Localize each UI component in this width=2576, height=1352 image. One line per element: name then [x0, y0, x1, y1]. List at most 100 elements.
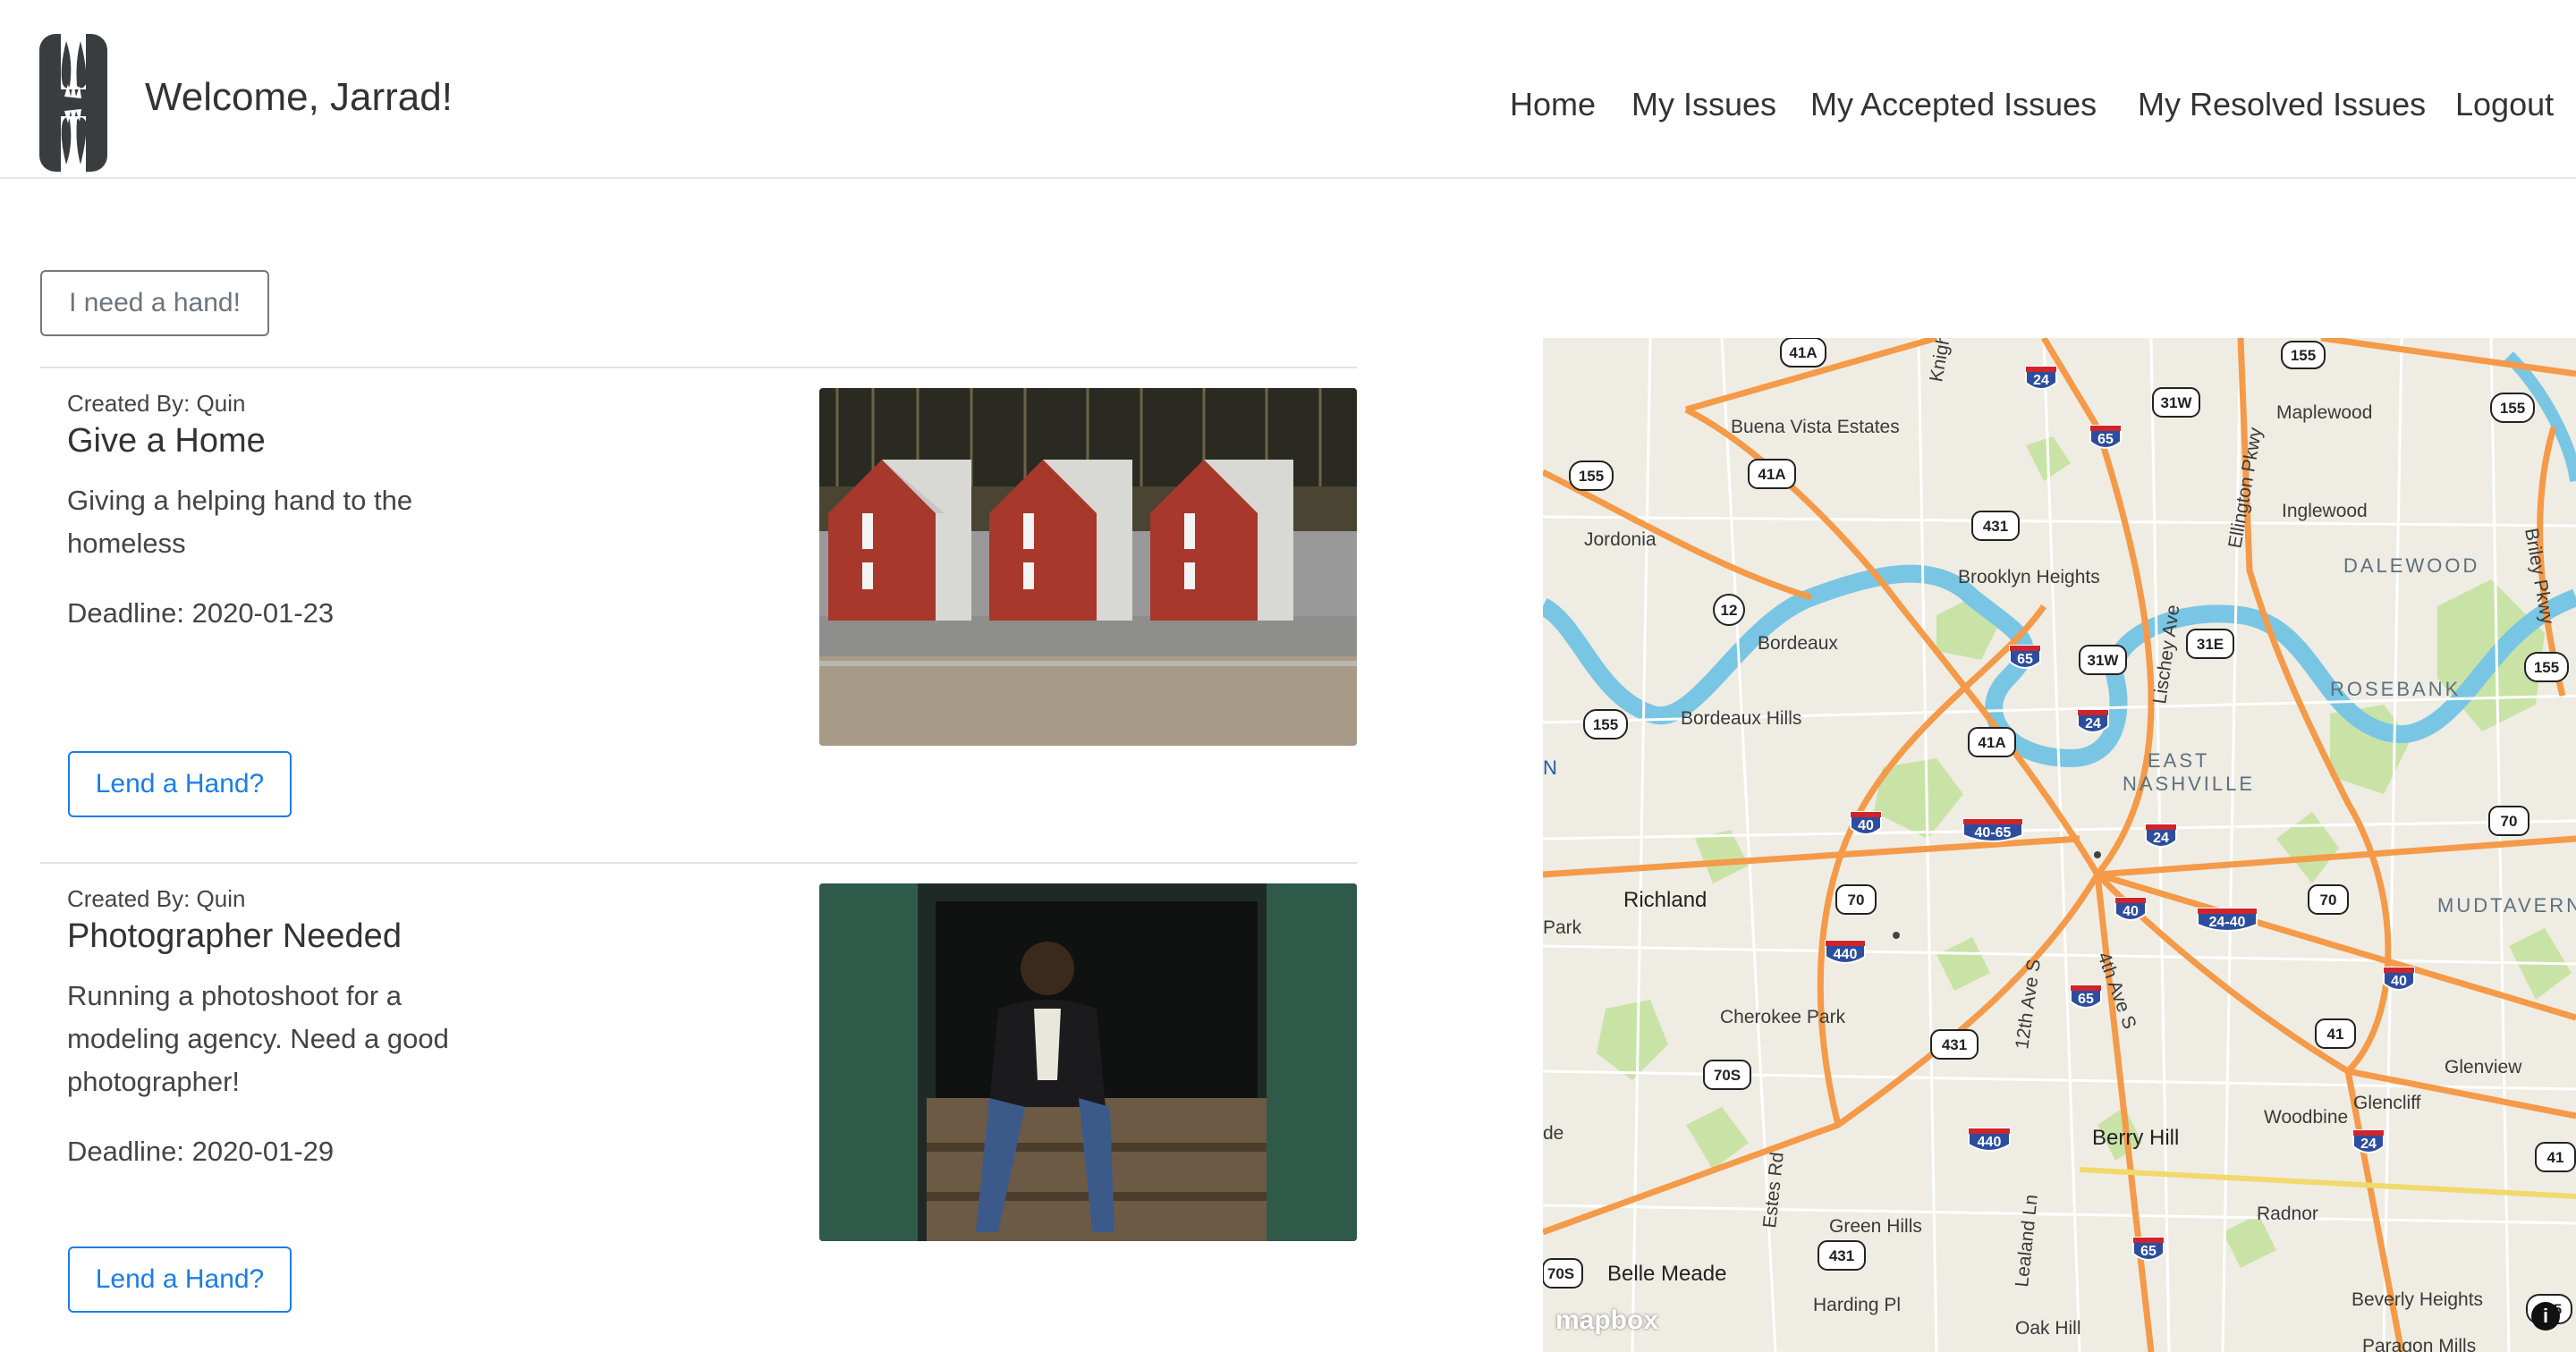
map-label: Bordeaux Hills [1681, 708, 1801, 729]
nav-my-accepted-issues-link[interactable]: My Accepted Issues [1810, 86, 2097, 123]
svg-text:24: 24 [2033, 373, 2049, 388]
svg-text:40: 40 [1858, 818, 1874, 833]
map-label: Lealand Ln [2012, 1194, 2042, 1289]
route-shield: 431 [1971, 511, 2020, 541]
issue-deadline: Deadline: 2020-01-29 [67, 1136, 335, 1167]
svg-text:24-40: 24-40 [2209, 915, 2246, 930]
issue-description: Running a photoshoot for a modeling agen… [67, 980, 449, 1097]
svg-text:41: 41 [2547, 1149, 2564, 1166]
route-shield: 41A [1968, 727, 2016, 757]
tiny-houses-photo [819, 388, 1357, 746]
map-label: Estes Rd [1759, 1151, 1788, 1229]
issue-title: Photographer Needed [67, 917, 402, 955]
svg-text:70: 70 [1848, 891, 1865, 908]
issue-card: Created By: Quin Photographer Needed Run… [40, 864, 1357, 1352]
interstate-shield: 24 [2025, 366, 2057, 390]
map-label: Paragon Mills [2362, 1336, 2476, 1352]
svg-text:12: 12 [1721, 602, 1738, 619]
route-shield: 70S [1703, 1060, 1751, 1090]
map-label: NASHVILLE [2123, 773, 2255, 795]
svg-text:155: 155 [2534, 659, 2559, 676]
map-label: Brooklyn Heights [1958, 567, 2100, 587]
svg-text:24: 24 [2360, 1137, 2377, 1152]
svg-text:65: 65 [2017, 652, 2033, 667]
map-label: EAST [2148, 749, 2209, 772]
svg-text:431: 431 [1942, 1036, 1967, 1053]
lend-a-hand-button[interactable]: Lend a Hand? [68, 751, 292, 817]
navbar: Welcome, Jarrad! Home My Issues My Accep… [0, 0, 2576, 179]
route-shield: 70 [2488, 806, 2529, 836]
svg-text:431: 431 [1829, 1247, 1854, 1264]
map-label: MUDTAVERN [2437, 894, 2576, 917]
interstate-shield: 24 [2145, 824, 2177, 848]
interstate-shield: 40-65 [1962, 818, 2023, 842]
issue-title: Give a Home [67, 422, 266, 460]
route-shield: 70 [2308, 884, 2349, 915]
route-shield: 70 [1835, 884, 1877, 915]
route-shield: 155 [1583, 709, 1628, 739]
interstate-shield: 440 [1968, 1128, 2011, 1152]
route-shield: 431 [1930, 1029, 1979, 1060]
svg-text:40: 40 [2391, 974, 2407, 989]
map-label: Beverly Heights [2351, 1289, 2483, 1310]
lend-a-hand-button[interactable]: Lend a Hand? [68, 1246, 292, 1313]
map-label: Glencliff [2353, 1093, 2421, 1113]
map-label: de [1543, 1123, 1563, 1144]
map-label: Harding Pl [1813, 1295, 1901, 1315]
route-shield: 155 [1569, 461, 1614, 491]
route-shield: 41 [2315, 1018, 2356, 1049]
route-shield: 31W [2152, 387, 2200, 418]
interstate-shield: 65 [2132, 1237, 2165, 1261]
nav-my-issues-link[interactable]: My Issues [1631, 86, 1776, 123]
route-shield: 41 [2535, 1142, 2576, 1172]
svg-text:70S: 70S [1714, 1067, 1741, 1084]
issue-creator: Created By: Quin [67, 885, 246, 912]
route-shield: 155 [2524, 652, 2569, 682]
map-label: Inglewood [2282, 501, 2368, 521]
need-a-hand-button[interactable]: I need a hand! [40, 270, 269, 336]
interstate-shield: 24 [2077, 709, 2109, 733]
route-shield: 70S [1543, 1258, 1583, 1289]
route-shield: 155 [2281, 341, 2326, 369]
cumberland-river [1543, 564, 2576, 768]
man-on-steps-photo [819, 883, 1357, 1241]
map-label: Ellington Pkwy [2224, 426, 2266, 550]
svg-text:70: 70 [2501, 813, 2518, 830]
map-label: Glenview [2445, 1057, 2522, 1077]
route-shield: 41A [1780, 338, 1826, 368]
issue-card: Created By: Quin Give a Home Giving a he… [40, 368, 1357, 862]
svg-text:155: 155 [2291, 347, 2316, 364]
svg-text:65: 65 [2097, 432, 2114, 447]
map[interactable]: Buena Vista Estates Knight Maplewood Ing… [1543, 338, 2576, 1352]
svg-text:40: 40 [2123, 904, 2139, 919]
helping-hands-logo-icon[interactable] [39, 34, 107, 172]
svg-text:31W: 31W [2161, 394, 2193, 411]
issue-description: Giving a helping hand to the homeless [67, 485, 413, 559]
svg-text:24: 24 [2085, 716, 2101, 731]
info-icon[interactable]: i [2531, 1302, 2560, 1331]
map-label: Oak Hill [2015, 1318, 2081, 1339]
map-label: ROSEBANK [2330, 678, 2461, 700]
svg-text:440: 440 [1834, 947, 1858, 962]
map-label: Green Hills [1829, 1216, 1922, 1237]
route-shield: 431 [1818, 1240, 1866, 1271]
svg-text:70S: 70S [1547, 1265, 1574, 1282]
issue-deadline: Deadline: 2020-01-23 [67, 597, 335, 629]
map-label: Park [1543, 917, 1582, 938]
nav-my-resolved-issues-link[interactable]: My Resolved Issues [2138, 86, 2426, 123]
route-shield: 41A [1748, 459, 1796, 489]
svg-text:155: 155 [1579, 468, 1604, 485]
nav-home-link[interactable]: Home [1510, 86, 1596, 123]
map-label: Berry Hill [2092, 1126, 2179, 1150]
map-label: Buena Vista Estates [1731, 417, 1900, 437]
route-shield: 155 [2490, 393, 2535, 423]
interstate-shield: 65 [2009, 645, 2041, 669]
issue-creator: Created By: Quin [67, 390, 246, 417]
svg-text:40-65: 40-65 [1975, 825, 2012, 841]
map-label: Cherokee Park [1720, 1007, 1846, 1027]
nav-logout-link[interactable]: Logout [2455, 86, 2554, 123]
svg-text:155: 155 [1593, 716, 1618, 733]
map-label: Knight [1926, 338, 1955, 384]
welcome-heading: Welcome, Jarrad! [145, 75, 453, 119]
mapbox-logo[interactable]: mapbox [1555, 1306, 1658, 1336]
